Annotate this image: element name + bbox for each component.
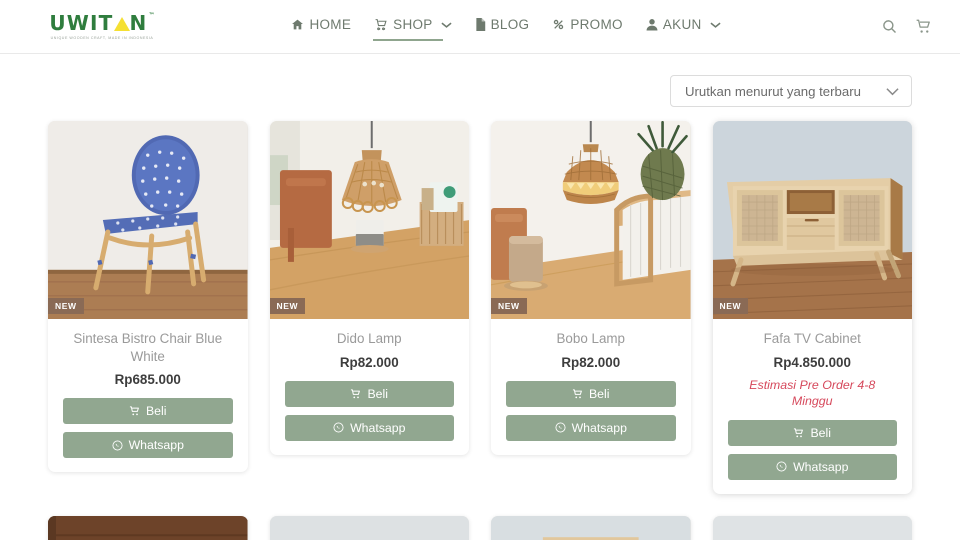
wooden-cabinet-image [491,515,691,540]
whatsapp-button-label: Whatsapp [793,459,849,474]
user-icon [646,18,658,31]
logo-wordmark: UWIT N ™ [49,11,156,35]
home-icon [291,18,304,31]
product-preorder-note: Estimasi Pre Order 4-8 Minggu [749,377,876,409]
product-title: Sintesa Bistro Chair Blue White [73,331,223,364]
rattan-pendant-lamp-over-table-image [269,121,469,319]
nav-item-promo[interactable]: PROMO [551,13,624,41]
nav-item-akun[interactable]: AKUN [645,13,722,41]
whatsapp-icon [776,461,787,472]
dome-rattan-lamp-bread-box-image [491,121,691,319]
product-price: Rp4.850.000 [773,354,851,370]
product-image[interactable] [269,515,469,540]
product-info: Bobo Lamp Rp82.000 Beli Whatsapp [491,319,691,441]
buy-button[interactable]: Beli [284,380,454,407]
product-card[interactable] [269,515,469,540]
sort-dropdown[interactable]: Urutkan menurut yang terbaru [670,75,912,107]
nav-item-blog[interactable]: BLOG [474,13,531,41]
logo-trademark: ™ [148,12,156,19]
product-image[interactable]: NEW [712,121,912,319]
buy-button-label: Beli [588,386,610,401]
logo-text-before: UWIT [49,11,114,35]
nav-item-home[interactable]: HOME [290,13,352,41]
chevron-down-icon [886,84,899,99]
whatsapp-button[interactable]: Whatsapp [284,414,454,441]
buy-button-label: Beli [145,404,167,419]
cart-icon[interactable] [915,19,932,34]
product-price: Rp82.000 [561,354,621,370]
logo-text-after: N [129,11,148,35]
product-grid: NEW Sintesa Bistro Chair Blue White Rp68… [0,107,960,540]
buy-button[interactable]: Beli [727,419,897,446]
badge-new: NEW [48,298,84,314]
product-card[interactable] [712,515,912,540]
product-price: Rp82.000 [339,354,399,370]
logo-triangle-icon [113,17,130,31]
site-logo[interactable]: UWIT N ™ UNIQUE WOODEN CRAFT, MADE IN IN… [42,11,162,41]
product-title: Fafa TV Cabinet [763,331,861,346]
cart-icon [572,389,583,399]
product-title: Dido Lamp [336,331,402,346]
wooden-tv-cabinet-rattan-panels-image [712,121,912,319]
badge-new: NEW [712,298,749,314]
product-info: Sintesa Bistro Chair Blue White Rp685.00… [48,319,248,459]
product-image[interactable]: NEW [269,121,469,319]
product-info: Fafa TV Cabinet Rp4.850.000 Estimasi Pre… [713,319,913,480]
product-title: Bobo Lamp [556,331,626,346]
site-header: UWIT N ™ UNIQUE WOODEN CRAFT, MADE IN IN… [0,0,960,54]
light-grey-backdrop-image [269,515,469,540]
whatsapp-icon [555,422,566,433]
product-price: Rp685.000 [114,372,181,388]
product-card[interactable] [491,515,691,540]
nav-item-shop[interactable]: SHOP [373,13,452,41]
buy-button-label: Beli [367,386,388,401]
chevron-down-icon [709,17,721,32]
badge-new: NEW [269,298,306,314]
whatsapp-button[interactable]: Whatsapp [63,432,233,459]
buy-button[interactable]: Beli [506,380,676,407]
nav-label-promo: PROMO [570,16,623,32]
dark-wood-surface-image [48,515,248,540]
wooden-furniture-image [712,515,912,540]
cart-icon [374,18,388,31]
product-card[interactable]: NEW Bobo Lamp Rp82.000 Beli Whatsapp [491,121,691,455]
whatsapp-button-label: Whatsapp [128,438,184,453]
blue-white-rattan-bistro-chair-image [48,121,248,319]
chevron-down-icon [441,17,452,32]
nav-label-akun: AKUN [662,16,702,32]
product-card[interactable]: NEW Dido Lamp Rp82.000 Beli Whatsapp [269,121,470,455]
main-navigation: HOME SHOP BLOG PROMO AKUN [290,13,721,41]
whatsapp-icon [333,422,344,433]
buy-button[interactable]: Beli [63,398,233,425]
badge-new: NEW [491,298,527,314]
nav-label-shop: SHOP [393,16,433,32]
product-image[interactable] [491,515,691,540]
product-info: Dido Lamp Rp82.000 Beli Whatsapp [270,319,470,441]
search-icon[interactable] [882,19,897,34]
percent-icon [552,18,565,31]
whatsapp-button-label: Whatsapp [571,420,627,435]
nav-label-blog: BLOG [490,16,530,32]
whatsapp-button[interactable]: Whatsapp [506,414,676,441]
nav-label-home: HOME [309,16,352,32]
whatsapp-icon [112,440,123,451]
product-image[interactable]: NEW [491,121,691,319]
catalog-toolbar: Urutkan menurut yang terbaru [0,54,960,107]
cart-icon [793,428,804,438]
document-icon [475,17,486,31]
sort-selected-value: Urutkan menurut yang terbaru [685,83,861,99]
product-image[interactable] [48,515,248,540]
buy-button-label: Beli [810,425,831,440]
product-image[interactable] [712,515,912,540]
whatsapp-button-label: Whatsapp [350,420,406,435]
cart-icon [129,406,140,416]
product-card[interactable] [48,515,248,540]
product-card[interactable]: NEW Fafa TV Cabinet Rp4.850.000 Estimasi… [712,121,913,494]
logo-tagline: UNIQUE WOODEN CRAFT, MADE IN INDONESIA [50,35,154,41]
product-image[interactable]: NEW [48,121,248,319]
product-card[interactable]: NEW Sintesa Bistro Chair Blue White Rp68… [48,121,248,473]
header-actions [882,19,932,34]
whatsapp-button[interactable]: Whatsapp [727,453,897,480]
cart-icon [350,389,361,399]
